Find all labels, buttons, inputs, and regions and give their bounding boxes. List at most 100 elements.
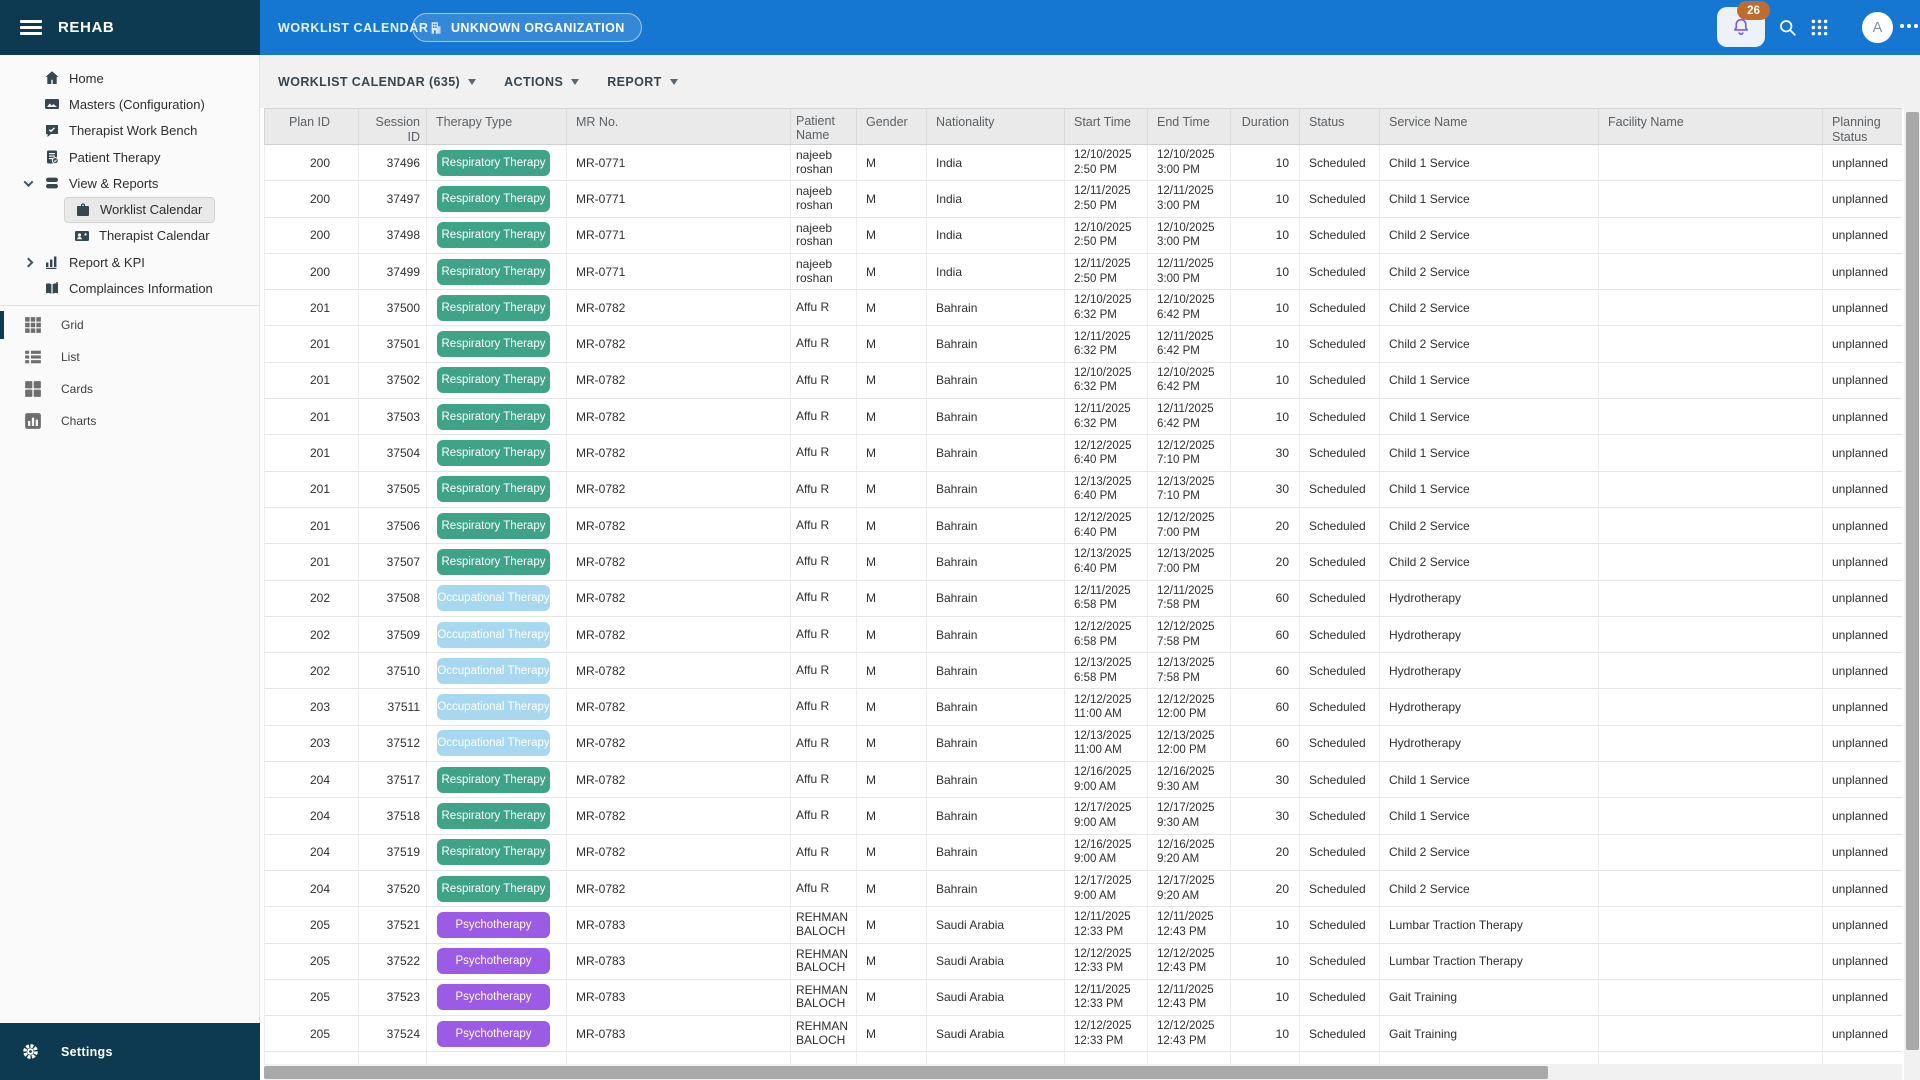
toolbar-menu-actions[interactable]: ACTIONS — [504, 75, 579, 89]
table-row[interactable]: 20037497Respiratory TherapyMR-0771najeeb… — [264, 181, 1902, 217]
therapy-type-badge[interactable]: Respiratory Therapy — [437, 876, 550, 902]
view-item-grid[interactable]: Grid — [0, 309, 260, 341]
column-header-service-name[interactable]: Service Name — [1380, 109, 1599, 144]
therapy-type-badge[interactable]: Respiratory Therapy — [437, 513, 550, 539]
cell-planning: unplanned — [1823, 218, 1902, 253]
table-row[interactable]: 20137507Respiratory TherapyMR-0782Affu R… — [264, 544, 1902, 580]
column-header-patient-name[interactable]: Patient Name — [791, 109, 857, 144]
column-header-mr-no[interactable]: MR No. — [567, 109, 791, 144]
table-row[interactable]: 20137501Respiratory TherapyMR-0782Affu R… — [264, 326, 1902, 362]
vertical-scrollbar[interactable] — [1904, 108, 1920, 1080]
therapy-type-badge[interactable]: Respiratory Therapy — [437, 767, 550, 793]
therapy-type-badge[interactable]: Respiratory Therapy — [437, 839, 550, 865]
toolbar-menu-report[interactable]: REPORT — [607, 75, 678, 89]
therapy-type-badge[interactable]: Respiratory Therapy — [437, 222, 550, 248]
therapy-type-badge[interactable]: Occupational Therapy — [437, 694, 550, 720]
column-header-plan-id[interactable]: Plan ID — [265, 109, 359, 144]
table-row[interactable]: 20137500Respiratory TherapyMR-0782Affu R… — [264, 290, 1902, 326]
therapy-type-badge[interactable]: Respiratory Therapy — [437, 476, 550, 502]
therapy-type-badge[interactable]: Respiratory Therapy — [437, 803, 550, 829]
table-row[interactable]: 20137503Respiratory TherapyMR-0782Affu R… — [264, 399, 1902, 435]
table-row[interactable]: 20137506Respiratory TherapyMR-0782Affu R… — [264, 508, 1902, 544]
therapy-type-badge[interactable]: Occupational Therapy — [437, 622, 550, 648]
therapy-type-badge[interactable]: Psychotherapy — [437, 948, 550, 974]
column-header-duration[interactable]: Duration — [1231, 109, 1300, 144]
table-row[interactable]: 20337511Occupational TherapyMR-0782Affu … — [264, 689, 1902, 725]
cell-facility — [1599, 581, 1823, 616]
view-item-cards[interactable]: Cards — [0, 373, 260, 405]
search-button[interactable] — [1777, 17, 1798, 38]
therapy-type-badge[interactable]: Respiratory Therapy — [437, 259, 550, 285]
cell-duration: 10 — [1231, 181, 1300, 216]
sidebar-item-report-kpi[interactable]: Report & KPI — [0, 249, 260, 275]
table-row[interactable]: 20537523PsychotherapyMR-0783REHMAN BALOC… — [264, 980, 1902, 1016]
horizontal-scrollbar-thumb[interactable] — [264, 1066, 1548, 1079]
therapy-type-badge[interactable]: Occupational Therapy — [437, 585, 550, 611]
hamburger-menu-icon[interactable] — [20, 16, 42, 38]
therapy-type-badge[interactable]: Respiratory Therapy — [437, 295, 550, 321]
view-item-list[interactable]: List — [0, 341, 260, 373]
therapy-type-badge[interactable]: Psychotherapy — [437, 912, 550, 938]
column-header-therapy-type[interactable]: Therapy Type — [427, 109, 567, 144]
table-row[interactable]: 20437518Respiratory TherapyMR-0782Affu R… — [264, 798, 1902, 834]
toolbar-menu-worklist-calendar-635[interactable]: WORKLIST CALENDAR (635) — [278, 75, 476, 89]
chevron-down-icon[interactable] — [20, 180, 36, 187]
table-row[interactable]: 20537521PsychotherapyMR-0783REHMAN BALOC… — [264, 907, 1902, 943]
table-row[interactable]: 20337512Occupational TherapyMR-0782Affu … — [264, 726, 1902, 762]
column-header-gender[interactable]: Gender — [857, 109, 927, 144]
column-header-session-id[interactable]: Session ID — [359, 109, 427, 144]
sidebar: REHAB Home Masters (Configuration) Thera… — [0, 0, 260, 1080]
column-header-planning-status[interactable]: Planning Status — [1823, 109, 1902, 144]
sidebar-item-therapist-calendar[interactable]: Therapist Calendar — [0, 223, 260, 249]
cell-end: 12/16/2025 9:30 AM — [1148, 762, 1231, 797]
therapy-type-badge[interactable]: Respiratory Therapy — [437, 549, 550, 575]
table-row[interactable]: 20237509Occupational TherapyMR-0782Affu … — [264, 617, 1902, 653]
vertical-scrollbar-thumb[interactable] — [1906, 112, 1919, 1050]
sidebar-item-patient-therapy[interactable]: Patient Therapy — [0, 144, 260, 170]
table-row[interactable]: 20037498Respiratory TherapyMR-0771najeeb… — [264, 218, 1902, 254]
table-row[interactable]: 20437520Respiratory TherapyMR-0782Affu R… — [264, 871, 1902, 907]
organization-button[interactable]: UNKNOWN ORGANIZATION — [412, 13, 642, 42]
therapy-type-badge[interactable]: Psychotherapy — [437, 1021, 550, 1047]
therapy-type-badge[interactable]: Occupational Therapy — [437, 730, 550, 756]
table-row[interactable]: 20437517Respiratory TherapyMR-0782Affu R… — [264, 762, 1902, 798]
sidebar-item-settings[interactable]: Settings — [0, 1023, 260, 1080]
sidebar-item-masters-configuration[interactable]: Masters (Configuration) — [0, 91, 260, 117]
table-row[interactable]: 20137502Respiratory TherapyMR-0782Affu R… — [264, 363, 1902, 399]
sidebar-item-complainces-information[interactable]: Complainces Information — [0, 275, 260, 301]
table-row[interactable]: 20037496Respiratory TherapyMR-0771najeeb… — [264, 145, 1902, 181]
table-row[interactable]: 20237510Occupational TherapyMR-0782Affu … — [264, 653, 1902, 689]
sidebar-item-home[interactable]: Home — [0, 65, 260, 91]
table-row[interactable]: 20137504Respiratory TherapyMR-0782Affu R… — [264, 435, 1902, 471]
therapy-type-badge[interactable]: Respiratory Therapy — [437, 367, 550, 393]
apps-grid-button[interactable] — [1809, 17, 1830, 38]
more-options-button[interactable] — [1900, 24, 1918, 28]
table-row[interactable]: 20537522PsychotherapyMR-0783REHMAN BALOC… — [264, 944, 1902, 980]
therapy-type-badge[interactable]: Respiratory Therapy — [437, 404, 550, 430]
cell-gender: M — [857, 326, 927, 361]
therapy-type-badge[interactable]: Respiratory Therapy — [437, 331, 550, 357]
column-header-facility-name[interactable]: Facility Name — [1599, 109, 1823, 144]
therapy-type-badge[interactable]: Psychotherapy — [437, 984, 550, 1010]
column-header-start-time[interactable]: Start Time — [1065, 109, 1148, 144]
therapy-type-badge[interactable]: Respiratory Therapy — [437, 440, 550, 466]
table-row[interactable]: 20237508Occupational TherapyMR-0782Affu … — [264, 581, 1902, 617]
sidebar-item-therapist-work-bench[interactable]: Therapist Work Bench — [0, 118, 260, 144]
user-avatar[interactable]: A — [1862, 12, 1893, 43]
therapy-type-badge[interactable]: Respiratory Therapy — [437, 150, 550, 176]
column-header-status[interactable]: Status — [1300, 109, 1380, 144]
therapy-type-badge[interactable]: Respiratory Therapy — [437, 186, 550, 212]
therapy-type-badge[interactable]: Occupational Therapy — [437, 658, 550, 684]
table-row[interactable]: 20537524PsychotherapyMR-0783REHMAN BALOC… — [264, 1016, 1902, 1052]
tab-worklist-calendar[interactable]: WORKLIST CALENDAR — [278, 0, 428, 55]
sidebar-item-view-reports[interactable]: View & Reports — [0, 170, 260, 196]
column-header-end-time[interactable]: End Time — [1148, 109, 1231, 144]
sidebar-item-worklist-calendar[interactable]: Worklist Calendar — [0, 196, 260, 222]
table-row[interactable]: 20437519Respiratory TherapyMR-0782Affu R… — [264, 835, 1902, 871]
view-item-charts[interactable]: Charts — [0, 405, 260, 437]
column-header-nationality[interactable]: Nationality — [927, 109, 1065, 144]
table-row[interactable]: 20037499Respiratory TherapyMR-0771najeeb… — [264, 254, 1902, 290]
chevron-right-icon[interactable] — [20, 259, 36, 266]
table-row[interactable]: 20137505Respiratory TherapyMR-0782Affu R… — [264, 472, 1902, 508]
horizontal-scrollbar[interactable] — [264, 1064, 1902, 1080]
